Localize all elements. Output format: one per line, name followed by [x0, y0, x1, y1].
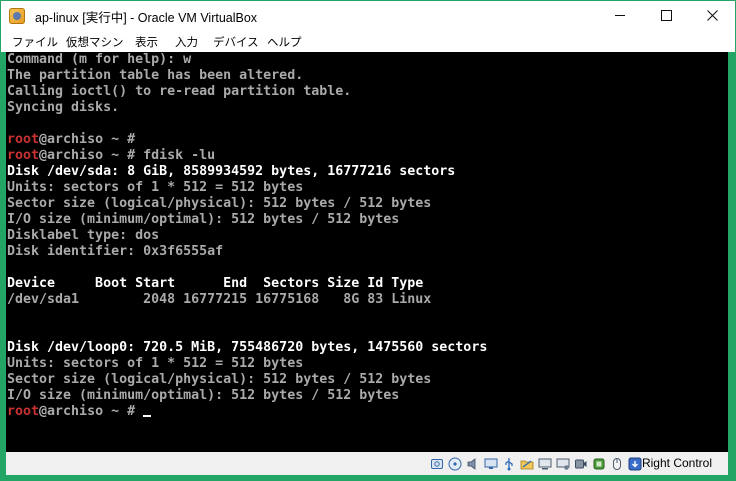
minimize-button[interactable]: [597, 1, 643, 30]
display-icon[interactable]: [538, 456, 552, 470]
menu-input[interactable]: 入力: [175, 34, 198, 50]
terminal-text: /dev/sda1 2048 16777215 16775168 8G 83 L…: [7, 292, 432, 307]
terminal-line: Units: sectors of 1 * 512 = 512 bytes: [7, 356, 487, 372]
status-bar: Right Control: [6, 452, 728, 475]
virtualbox-window: ap-linux [実行中] - Oracle VM VirtualBox ファ…: [0, 0, 736, 481]
prompt-user: root: [7, 132, 40, 147]
terminal-text: Calling ioctl() to re-read partition tab…: [7, 84, 352, 99]
prompt-user: root: [7, 404, 40, 419]
terminal-text: Disklabel type: dos: [7, 228, 160, 243]
terminal-line: The partition table has been altered.: [7, 68, 487, 84]
shared-folders-icon[interactable]: [520, 456, 534, 470]
terminal-text: I/O size (minimum/optimal): 512 bytes / …: [7, 212, 400, 227]
terminal-line: Calling ioctl() to re-read partition tab…: [7, 84, 487, 100]
terminal-text: Disk /dev/sda: 8 GiB, 8589934592 bytes, …: [7, 164, 456, 179]
close-icon: [706, 10, 718, 21]
keyboard-capture-icon[interactable]: [628, 456, 642, 471]
mouse-integration-icon[interactable]: [610, 456, 624, 470]
video-capture-icon[interactable]: [556, 456, 570, 470]
menu-machine[interactable]: 仮想マシン: [66, 34, 124, 50]
terminal-text: Disk identifier: 0x3f6555af: [7, 244, 224, 259]
vm-display[interactable]: Command (m for help): w The partition tab…: [6, 52, 728, 452]
terminal-line: Disk /dev/sda: 8 GiB, 8589934592 bytes, …: [7, 164, 487, 180]
terminal-line: Disk /dev/loop0: 720.5 MiB, 755486720 by…: [7, 340, 487, 356]
terminal-text: Sector size (logical/physical): 512 byte…: [7, 372, 432, 387]
terminal-line: Sector size (logical/physical): 512 byte…: [7, 196, 487, 212]
optical-drive-icon[interactable]: [448, 456, 462, 471]
terminal-text: Units: sectors of 1 * 512 = 512 bytes: [7, 180, 304, 195]
cpu-virtualization-icon[interactable]: [592, 456, 606, 470]
terminal-text: Syncing disks.: [7, 100, 120, 115]
menu-help[interactable]: ヘルプ: [267, 34, 302, 50]
terminal-text: Disk /dev/loop0: 720.5 MiB, 755486720 by…: [7, 340, 488, 355]
maximize-button[interactable]: [643, 1, 689, 30]
terminal-line: root@archiso ~ # fdisk -lu: [7, 148, 487, 164]
terminal-output: Command (m for help): w The partition tab…: [7, 52, 487, 420]
terminal-line: root@archiso ~ #: [7, 404, 487, 420]
maximize-icon: [660, 10, 672, 21]
terminal-text: The partition table has been altered.: [7, 68, 304, 83]
title-bar[interactable]: ap-linux [実行中] - Oracle VM VirtualBox: [1, 1, 735, 30]
terminal-line: /dev/sda1 2048 16777215 16775168 8G 83 L…: [7, 292, 487, 308]
terminal-text: Units: sectors of 1 * 512 = 512 bytes: [7, 356, 304, 371]
window-title: ap-linux [実行中] - Oracle VM VirtualBox: [35, 11, 258, 25]
prompt-user: root: [7, 148, 40, 163]
menu-bar: ファイル 仮想マシン 表示 入力 デバイス ヘルプ: [1, 30, 735, 52]
menu-file[interactable]: ファイル: [12, 34, 58, 50]
terminal-line: I/O size (minimum/optimal): 512 bytes / …: [7, 212, 487, 228]
terminal-line: Sector size (logical/physical): 512 byte…: [7, 372, 487, 388]
terminal-line: Command (m for help): w: [7, 52, 487, 68]
host-key-label: Right Control: [641, 456, 712, 470]
hard-disk-icon[interactable]: [430, 456, 444, 470]
network-icon[interactable]: [484, 456, 498, 470]
terminal-text: Device Boot Start End Sectors Size Id Ty…: [7, 276, 424, 291]
menu-view[interactable]: 表示: [135, 34, 158, 50]
terminal-text: I/O size (minimum/optimal): 512 bytes / …: [7, 388, 400, 403]
terminal-line: Disklabel type: dos: [7, 228, 487, 244]
terminal-line: root@archiso ~ #: [7, 132, 487, 148]
recording-icon[interactable]: [574, 456, 588, 470]
terminal-line: Device Boot Start End Sectors Size Id Ty…: [7, 276, 487, 292]
audio-icon[interactable]: [466, 456, 480, 470]
minimize-icon: [615, 15, 625, 16]
terminal-text: @archiso ~ #: [39, 132, 136, 147]
menu-devices[interactable]: デバイス: [213, 34, 259, 50]
usb-icon[interactable]: [502, 456, 516, 471]
terminal-line: Units: sectors of 1 * 512 = 512 bytes: [7, 180, 487, 196]
terminal-line: Disk identifier: 0x3f6555af: [7, 244, 487, 260]
terminal-text: Command (m for help): w: [7, 52, 192, 67]
terminal-text: @archiso ~ # fdisk -lu: [39, 148, 216, 163]
close-button[interactable]: [689, 1, 735, 30]
terminal-text: @archiso ~ #: [39, 404, 144, 419]
virtualbox-app-icon[interactable]: [9, 8, 25, 24]
terminal-text: Sector size (logical/physical): 512 byte…: [7, 196, 432, 211]
text-cursor: [143, 415, 152, 417]
terminal-line: I/O size (minimum/optimal): 512 bytes / …: [7, 388, 487, 404]
terminal-line: Syncing disks.: [7, 100, 487, 116]
